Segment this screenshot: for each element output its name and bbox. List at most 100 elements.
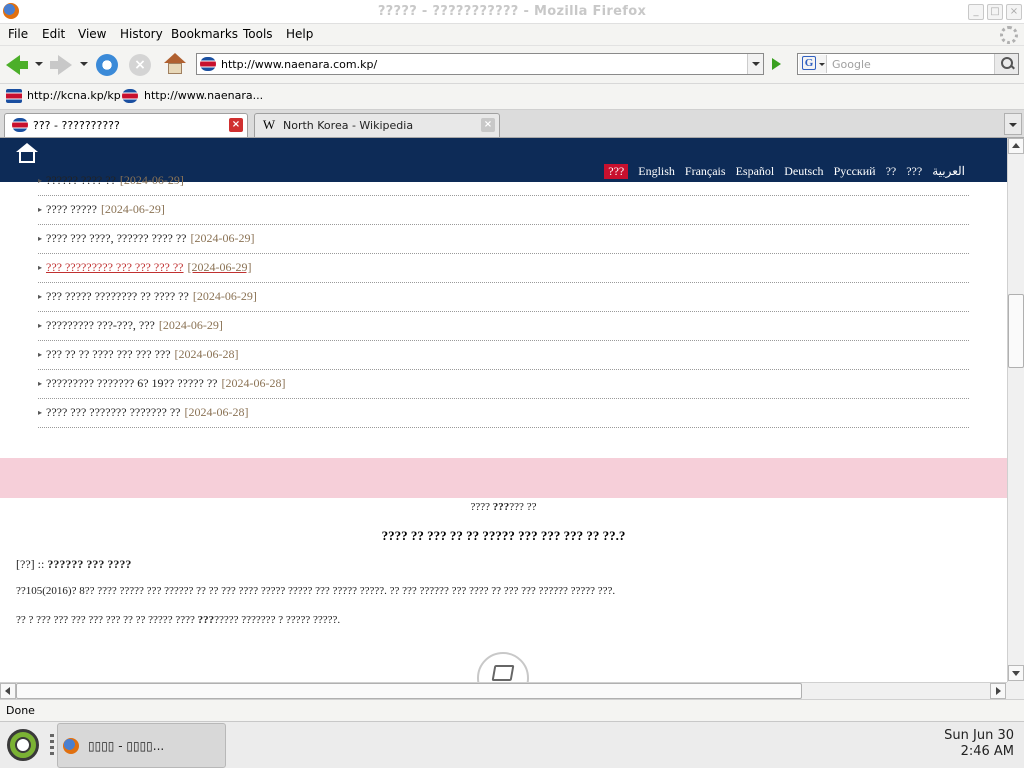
- url-bar[interactable]: http://www.naenara.com.kp/: [196, 53, 764, 75]
- taskbar-item-label: ▯▯▯▯ - ▯▯▯▯...: [88, 739, 165, 753]
- bullet-icon: ▸: [38, 263, 43, 272]
- search-input[interactable]: Google: [832, 58, 871, 71]
- close-icon[interactable]: ×: [1006, 4, 1022, 20]
- scroll-left-button[interactable]: [0, 683, 16, 699]
- vertical-scroll-thumb[interactable]: [1008, 294, 1024, 369]
- status-text: Done: [6, 704, 35, 717]
- clock[interactable]: Sun Jun 30 2:46 AM: [944, 728, 1014, 760]
- kcna-favicon-icon: [6, 89, 22, 103]
- home-button[interactable]: [161, 52, 187, 78]
- tab-wikipedia[interactable]: W North Korea - Wikipedia ×: [254, 113, 500, 137]
- taskbar-grip[interactable]: [50, 734, 54, 758]
- scroll-up-button[interactable]: [1008, 138, 1024, 154]
- news-date: [2024-06-29]: [158, 318, 223, 332]
- site-favicon-icon: [200, 57, 216, 71]
- news-headline-link[interactable]: ??? ?? ?? ???? ??? ??? ??? [2024-06-28]: [46, 347, 239, 362]
- article-paragraph: ?? ? ??? ??? ??? ??? ??? ?? ?? ????? ???…: [16, 614, 991, 626]
- article-caption: ???? ?????? ??: [0, 501, 1007, 513]
- horizontal-scrollbar[interactable]: [0, 682, 1007, 699]
- menu-history[interactable]: History: [120, 27, 163, 41]
- news-list-item: ▸????????? ???-???, ??? [2024-06-29]: [38, 312, 969, 341]
- bookmark-kcna[interactable]: http://kcna.kp/kp: [27, 89, 121, 102]
- scroll-corner: [1007, 682, 1024, 699]
- scroll-down-button[interactable]: [1008, 665, 1024, 681]
- news-headline-text[interactable]: ????????? ???-???, ???: [46, 318, 155, 332]
- news-headline-link[interactable]: ??? ????????? ??? ??? ??? ?? [2024-06-29]: [46, 260, 252, 275]
- news-date: [2024-06-29]: [190, 231, 255, 245]
- scroll-right-button[interactable]: [990, 683, 1006, 699]
- close-tab-icon[interactable]: ×: [481, 118, 495, 132]
- naenara-favicon-icon: [122, 89, 138, 103]
- news-headline-text[interactable]: ????????? ??????? 6? 19?? ????? ??: [46, 376, 217, 390]
- vertical-scrollbar[interactable]: [1007, 138, 1024, 682]
- news-headline-text[interactable]: ?????? ???? ??: [46, 173, 116, 187]
- taskbar-firefox-item[interactable]: ▯▯▯▯ - ▯▯▯▯...: [57, 723, 226, 768]
- bookmarks-toolbar: http://kcna.kp/kp http://www.naenara...: [0, 84, 1024, 110]
- menu-tools[interactable]: Tools: [243, 27, 273, 41]
- go-button[interactable]: [766, 54, 786, 74]
- menu-bookmarks[interactable]: Bookmarks: [171, 27, 238, 41]
- tab-list-button[interactable]: [1004, 113, 1022, 135]
- maximize-icon[interactable]: □: [987, 4, 1003, 20]
- reload-icon: [96, 54, 118, 76]
- news-date: [2024-06-29]: [119, 173, 184, 187]
- news-headline-link[interactable]: ??? ????? ???????? ?? ???? ?? [2024-06-29…: [46, 289, 257, 304]
- back-arrow-icon: [6, 55, 28, 75]
- status-bar: Done: [0, 699, 1024, 721]
- news-headline-link[interactable]: ???? ??? ??????? ??????? ?? [2024-06-28]: [46, 405, 249, 420]
- search-icon[interactable]: [994, 54, 1018, 74]
- search-bar[interactable]: G Google: [797, 53, 1019, 75]
- news-headline-link[interactable]: ???? ??? ????, ?????? ???? ?? [2024-06-29…: [46, 231, 255, 246]
- url-text[interactable]: http://www.naenara.com.kp/: [221, 58, 377, 71]
- article-paragraph: ??105(2016)? 8?? ???? ????? ??? ?????? ?…: [16, 585, 616, 597]
- forward-button[interactable]: [48, 52, 74, 78]
- home-icon: [164, 53, 186, 75]
- news-headline-text[interactable]: ???? ??? ??????? ??????? ??: [46, 405, 181, 419]
- forward-history-dropdown[interactable]: [80, 62, 88, 66]
- site-home-icon[interactable]: [16, 143, 38, 165]
- back-history-dropdown[interactable]: [35, 62, 43, 66]
- horizontal-scroll-thumb[interactable]: [16, 683, 802, 699]
- url-history-dropdown[interactable]: [747, 54, 763, 74]
- google-icon: G: [802, 56, 816, 70]
- stop-button[interactable]: ×: [127, 52, 153, 78]
- news-list-item: ▸??? ?? ?? ???? ??? ??? ??? [2024-06-28]: [38, 341, 969, 370]
- menu-help[interactable]: Help: [286, 27, 313, 41]
- news-headline-link[interactable]: ????????? ??????? 6? 19?? ????? ?? [2024-…: [46, 376, 285, 391]
- news-headline-text[interactable]: ??? ????? ???????? ?? ???? ??: [46, 289, 189, 303]
- bullet-icon: ▸: [38, 350, 43, 359]
- tab-strip: ??? - ?????????? × W North Korea - Wikip…: [0, 110, 1024, 138]
- news-headline-text[interactable]: ??? ?? ?? ???? ??? ??? ???: [46, 347, 171, 361]
- close-tab-icon[interactable]: ×: [229, 118, 243, 132]
- news-headline-link[interactable]: ???? ????? [2024-06-29]: [46, 202, 165, 217]
- reload-button[interactable]: [94, 52, 120, 78]
- news-list-item: ▸???? ??? ????, ?????? ???? ?? [2024-06-2…: [38, 225, 969, 254]
- back-button[interactable]: [4, 52, 30, 78]
- search-engine-selector[interactable]: G: [799, 55, 827, 73]
- news-headline-text[interactable]: ???? ?????: [46, 202, 97, 216]
- bullet-icon: ▸: [38, 205, 43, 214]
- news-list-item: ▸???? ????? [2024-06-29]: [38, 196, 969, 225]
- naenara-tab-icon: [12, 118, 28, 132]
- book-icon[interactable]: [477, 652, 529, 682]
- minimize-icon[interactable]: _: [968, 4, 984, 20]
- taskbar: ▯▯▯▯ - ▯▯▯▯... Sun Jun 30 2:46 AM: [0, 721, 1024, 768]
- news-headline-text[interactable]: ???? ??? ????, ?????? ???? ??: [46, 231, 187, 245]
- wikipedia-icon: W: [262, 117, 276, 132]
- news-date: [2024-06-28]: [174, 347, 239, 361]
- throbber-icon: [1000, 26, 1018, 44]
- news-headline-link[interactable]: ?????? ???? ?? [2024-06-29]: [46, 173, 184, 188]
- bullet-icon: ▸: [38, 321, 43, 330]
- menu-edit[interactable]: Edit: [42, 27, 65, 41]
- window-title-bar: ????? - ??????????? - Mozilla Firefox _ …: [0, 0, 1024, 24]
- news-headline-link[interactable]: ????????? ???-???, ??? [2024-06-29]: [46, 318, 223, 333]
- menu-view[interactable]: View: [78, 27, 106, 41]
- news-date: [2024-06-29]: [192, 289, 257, 303]
- bullet-icon: ▸: [38, 292, 43, 301]
- tab-naenara[interactable]: ??? - ?????????? ×: [4, 113, 248, 137]
- start-menu-button[interactable]: [6, 726, 40, 764]
- menu-file[interactable]: File: [8, 27, 28, 41]
- bookmark-naenara[interactable]: http://www.naenara...: [144, 89, 263, 102]
- caption-text: ????: [470, 501, 493, 513]
- news-headline-text[interactable]: ??? ????????? ??? ??? ??? ??: [46, 260, 184, 274]
